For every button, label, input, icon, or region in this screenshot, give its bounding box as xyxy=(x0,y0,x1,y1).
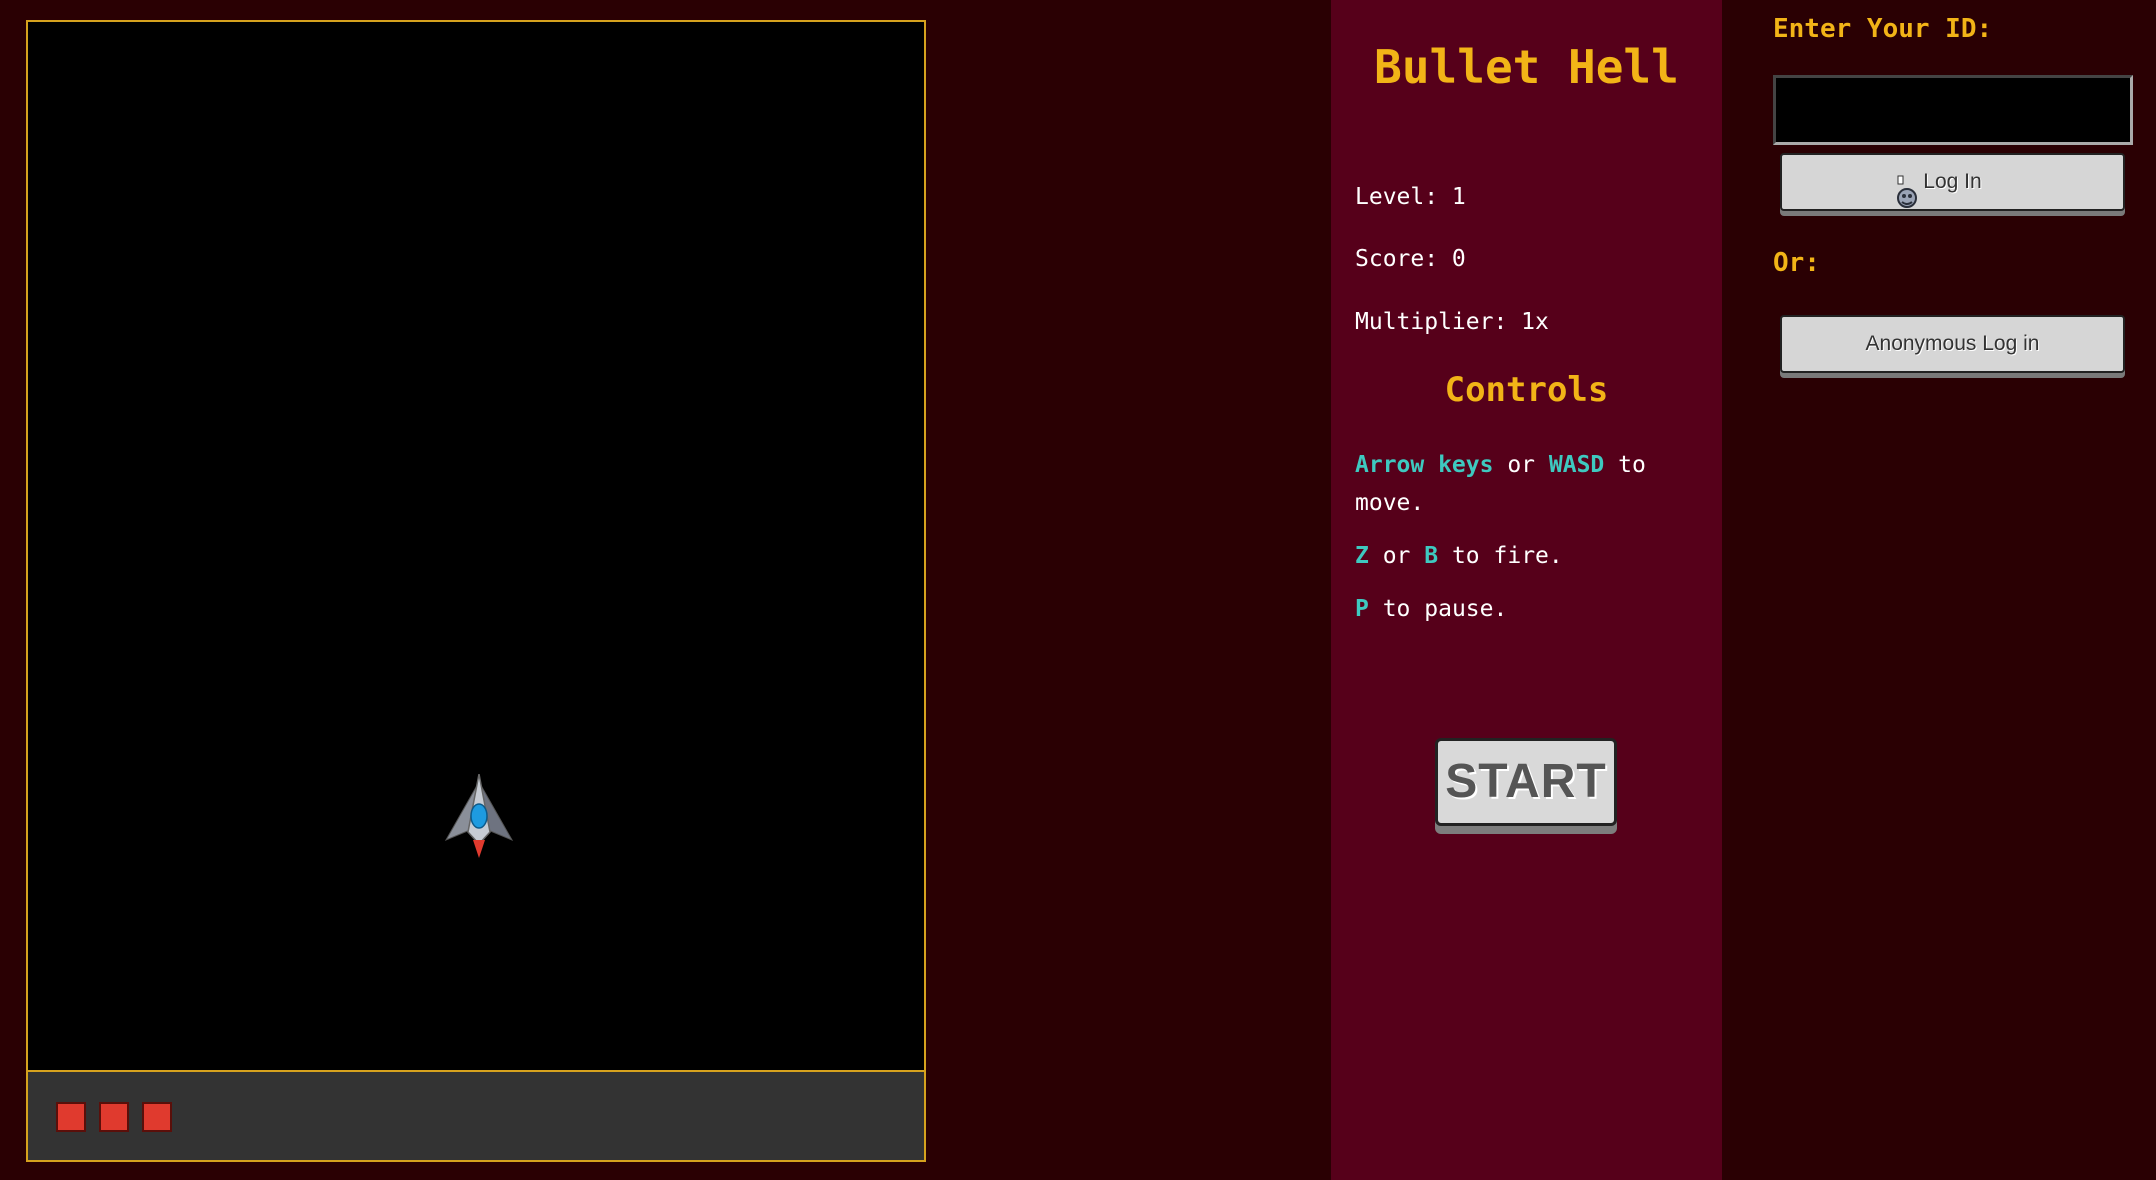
id-label: Enter Your ID: xyxy=(1773,14,1993,44)
move-instruction: Arrow keys or WASD to move. xyxy=(1355,446,1705,522)
anonymous-login-button[interactable]: Anonymous Log in xyxy=(1780,315,2125,373)
game-page: Bullet Hell Level: 1 Score: 0 Multiplier… xyxy=(0,0,2156,1180)
lives-indicator xyxy=(56,1102,172,1132)
multiplier-display: Multiplier: 1x xyxy=(1355,309,1549,335)
life-icon xyxy=(56,1102,86,1132)
spaceship-icon xyxy=(444,774,514,858)
login-panel: Enter Your ID: Log In Or: Anonymous Log … xyxy=(1722,0,2156,1180)
fire-rest-text: to fire. xyxy=(1438,543,1563,569)
pause-instruction: P to pause. xyxy=(1355,590,1705,628)
b-key-label: B xyxy=(1424,543,1439,569)
or-label: Or: xyxy=(1773,248,1820,278)
p-key-label: P xyxy=(1355,596,1369,622)
id-input[interactable] xyxy=(1773,75,2133,145)
controls-heading: Controls xyxy=(1444,370,1609,410)
pause-rest-text: to pause. xyxy=(1368,596,1508,622)
move-or-text: or xyxy=(1493,452,1549,478)
score-display: Score: 0 xyxy=(1355,246,1466,272)
playfield xyxy=(28,22,924,1072)
life-icon xyxy=(99,1102,129,1132)
start-button[interactable]: START xyxy=(1435,738,1617,826)
status-bar xyxy=(26,1070,926,1162)
game-title: Bullet Hell xyxy=(1374,40,1679,94)
fire-instruction: Z or B to fire. xyxy=(1355,537,1705,575)
login-button[interactable]: Log In xyxy=(1780,153,2125,211)
level-display: Level: 1 xyxy=(1355,184,1466,210)
wasd-label: WASD xyxy=(1548,452,1605,478)
fire-or-text: or xyxy=(1368,543,1425,569)
info-panel: Bullet Hell Level: 1 Score: 0 Multiplier… xyxy=(1331,0,1722,1180)
game-canvas[interactable] xyxy=(26,20,926,1072)
z-key-label: Z xyxy=(1355,543,1369,569)
cursor-icon xyxy=(1897,175,1917,208)
life-icon xyxy=(142,1102,172,1132)
arrow-keys-label: Arrow keys xyxy=(1355,452,1494,478)
